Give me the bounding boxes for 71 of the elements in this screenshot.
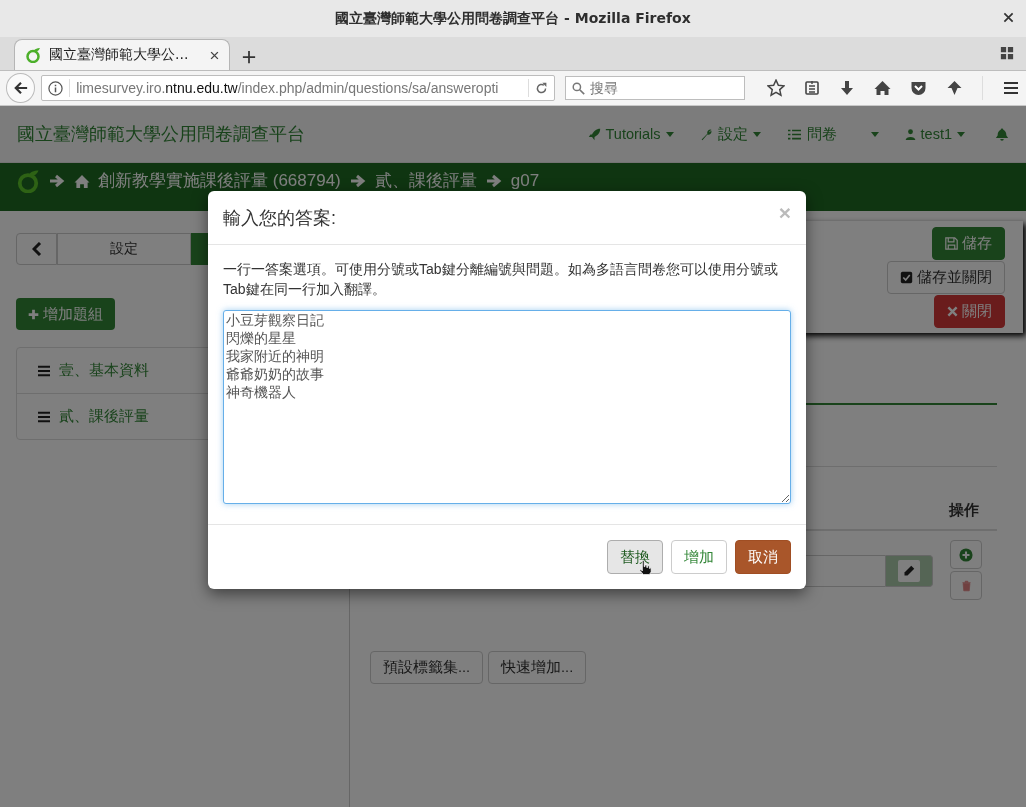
close-button[interactable]: 關閉 [934,295,1005,328]
caret-icon [752,131,761,137]
close-icon [1003,12,1014,23]
dialog-title: 輸入您的答案: [223,206,336,230]
close-button[interactable]: × [778,200,791,225]
list-icon [786,127,802,141]
leaf-logo-icon [25,47,41,63]
info-icon [48,80,64,96]
nav-menu[interactable]: 設定 [699,124,761,144]
url-text: limesurvey.iro.ntnu.edu.tw/index.php/admin/questions/sa/answeropti [76,80,500,96]
home-icon [74,173,90,189]
checkbox-icon [900,271,913,284]
pocket-icon [910,80,927,96]
reading-list-icon [804,80,820,96]
right-arrow-icon [484,173,503,189]
download-icon [839,80,855,96]
toolbar-button[interactable]: 預設標籤集... [370,651,484,684]
breadcrumb-link[interactable]: g07 [510,172,540,190]
right-arrow-icon [48,173,66,189]
nav-menu[interactable]: Tutorials [587,126,674,142]
caret-icon [870,131,879,137]
leaf-logo-icon [16,169,40,193]
close-icon [210,50,219,60]
new-tab-icon [242,50,256,64]
wrench-icon [699,127,713,141]
edit-button[interactable] [898,560,920,582]
group-item[interactable]: 貳、課後評量 [59,407,149,426]
toolbar-button[interactable]: 快速增加... [488,651,587,684]
add-group-button[interactable]: 增加題組 [16,298,115,330]
rocket-icon [587,127,601,141]
nav-menu[interactable]: test1 [904,126,965,142]
pencil-icon [903,565,915,577]
home-icon [874,80,891,96]
breadcrumb-link[interactable]: 創新教學實施課後評量 (668794) [98,172,341,190]
back-button[interactable] [6,73,36,103]
browser-tab[interactable]: 國立臺灣師範大學公... [14,39,230,70]
breadcrumb-link[interactable]: 貳、課後評量 [374,172,477,190]
right-arrow-icon [348,173,367,189]
close-icon [947,306,958,317]
bell-icon [995,126,1009,142]
search-field[interactable]: 搜尋 [565,76,745,100]
plus-circle-icon [959,547,973,562]
star-icon [767,79,785,97]
instructions-text: 一行一答案選項。可使用分號或Tab鍵分離編號與問題。如為多語言問卷您可以使用分號或Tab鍵在同一行加入翻譯。 [223,260,779,299]
save-button[interactable]: 儲存 [932,227,1005,260]
group-item[interactable]: 壹、基本資料 [59,361,149,380]
dialog-button[interactable]: 增加 [671,540,727,574]
plus-icon [28,308,39,320]
add-answer-button[interactable] [950,540,982,569]
nav-menu[interactable]: 問卷 [786,124,879,144]
menu-icon [1002,80,1020,96]
dialog-button[interactable]: 替換 [607,540,663,574]
caret-icon [665,131,674,137]
address-bar[interactable]: limesurvey.iro.ntnu.edu.tw/index.php/admin/questions/sa/answeropti [41,75,555,101]
drag-handle-icon [37,410,51,423]
search-icon [572,82,585,95]
drag-handle-icon [37,364,51,377]
user-icon [904,127,916,141]
reload-icon [535,81,548,95]
caret-icon [957,131,965,137]
sidebar-tab[interactable]: 設定 [57,233,191,265]
save-and-close-button[interactable]: 儲存並關閉 [887,261,1005,294]
trash-icon [960,579,972,592]
window-title: 國立臺灣師範大學公用問卷調查平台 - Mozilla Firefox [335,9,691,28]
chevron-left-icon [31,242,42,256]
cancel-button[interactable]: 取消 [735,540,791,574]
column-header: 操作 [949,501,980,520]
answers-textarea[interactable]: 小豆芽觀察日記 閃爍的星星 我家附近的神明 爺爺奶奶的故事 神奇機器人 [223,310,791,504]
grid-icon [1000,46,1014,60]
site-title[interactable]: 國立臺灣師範大學公用問卷調查平台 [17,122,562,146]
back-arrow-icon [13,81,28,95]
